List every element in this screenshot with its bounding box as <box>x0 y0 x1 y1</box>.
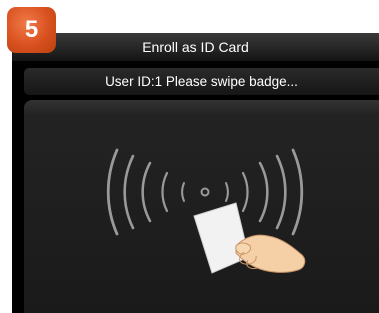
step-number: 5 <box>24 16 39 43</box>
step-number-badge: 5 <box>7 7 56 53</box>
hand-icon <box>235 234 306 273</box>
swipe-illustration <box>106 148 306 274</box>
device-frame: Enroll as ID Card User ID:1 Please swipe… <box>0 0 379 313</box>
